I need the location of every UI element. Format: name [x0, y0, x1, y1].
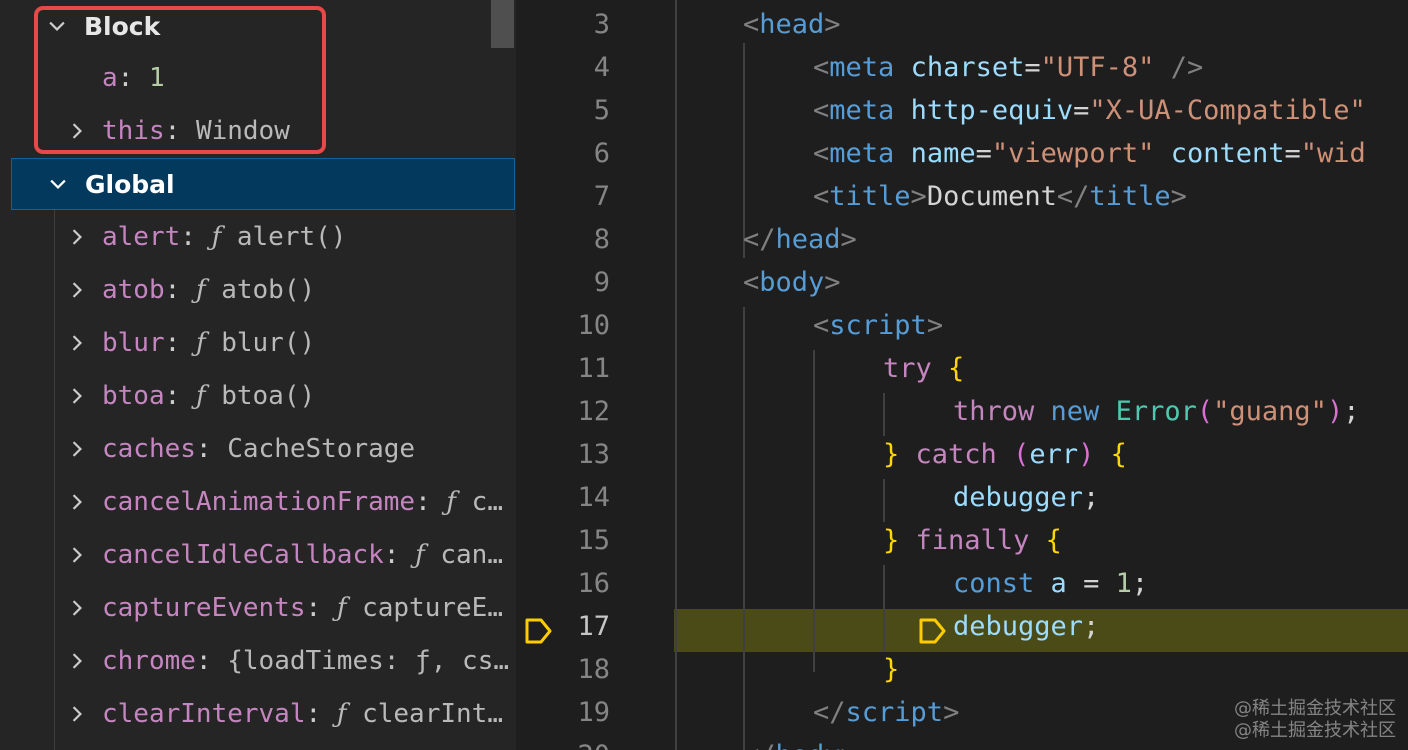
- indent-guide: [675, 0, 677, 750]
- variable-name: atob: [102, 275, 165, 305]
- line-number[interactable]: 20: [516, 734, 610, 750]
- line-number[interactable]: 16: [516, 562, 610, 605]
- global-variable-row[interactable]: caches: CacheStorage: [0, 423, 516, 475]
- block-scope-highlight-box: [34, 6, 326, 154]
- paused-breakpoint-icon[interactable]: [524, 617, 554, 649]
- code-line: const a = 1;: [953, 568, 1149, 599]
- code-line: try {: [883, 353, 965, 384]
- function-glyph: ƒ: [336, 699, 347, 729]
- line-number[interactable]: 12: [516, 390, 610, 433]
- variable-value: btoa(): [221, 381, 316, 411]
- chevron-right-icon[interactable]: [64, 224, 90, 250]
- watermark: @稀土掘金技术社区 @稀土掘金技术社区: [1234, 698, 1396, 741]
- variable-name: btoa: [102, 381, 165, 411]
- global-variable-row[interactable]: chrome: {loadTimes: ƒ, cs…: [0, 635, 516, 687]
- line-number[interactable]: 13: [516, 433, 610, 476]
- variable-name: captureEvents: [102, 593, 306, 623]
- function-glyph: ƒ: [195, 275, 206, 305]
- line-number[interactable]: 9: [516, 261, 610, 304]
- code-line: debugger;: [953, 611, 1100, 642]
- code-line: <meta name="viewport" content="wid: [813, 138, 1366, 169]
- indent-guide: [743, 307, 745, 750]
- global-variable-row[interactable]: cancelAnimationFrame: ƒ c…: [0, 476, 516, 528]
- function-glyph: ƒ: [336, 593, 347, 623]
- function-glyph: ƒ: [211, 222, 222, 252]
- code-line: <title>Document</title>: [813, 181, 1187, 212]
- line-number[interactable]: 7: [516, 175, 610, 218]
- indent-guide: [883, 393, 885, 436]
- global-variable-row[interactable]: blur: ƒ blur(): [0, 317, 516, 369]
- function-glyph: ƒ: [446, 487, 457, 517]
- global-scope-title: Global: [85, 169, 175, 199]
- variable-value: atob(): [221, 275, 316, 305]
- global-variable-row[interactable]: cancelIdleCallback: ƒ can…: [0, 529, 516, 581]
- code-line: </body>: [743, 734, 857, 750]
- global-variable-row[interactable]: clearInterval: ƒ clearInt…: [0, 688, 516, 740]
- global-variable-row[interactable]: atob: ƒ atob(): [0, 264, 516, 316]
- chevron-down-icon[interactable]: [45, 171, 71, 197]
- function-glyph: ƒ: [195, 381, 206, 411]
- code-line: <script>: [813, 310, 944, 341]
- global-variable-row[interactable]: alert: ƒ alert(): [0, 211, 516, 263]
- variable-name: clearInterval: [102, 699, 306, 729]
- chevron-right-icon[interactable]: [64, 436, 90, 462]
- variable-name: chrome: [102, 646, 196, 676]
- function-glyph: ƒ: [415, 540, 425, 570]
- code-line: </head>: [743, 224, 857, 255]
- variable-value: can…: [440, 540, 503, 570]
- variable-name: cancelAnimationFrame: [102, 487, 416, 517]
- inline-execution-pointer-icon: [918, 617, 948, 649]
- variable-name: caches: [102, 434, 196, 464]
- global-scope-header[interactable]: Global: [11, 158, 515, 210]
- line-number[interactable]: 14: [516, 476, 610, 519]
- variable-name: cancelIdleCallback: [102, 540, 384, 570]
- variable-value: CacheStorage: [227, 434, 416, 464]
- function-glyph: ƒ: [195, 328, 206, 358]
- variable-value: alert(): [236, 222, 347, 252]
- variables-panel: Block a: 1 this: Window Global alert: ƒ …: [0, 0, 516, 750]
- line-number[interactable]: 6: [516, 132, 610, 175]
- code-line: } finally {: [883, 525, 1062, 556]
- line-number[interactable]: 11: [516, 347, 610, 390]
- indent-guide: [813, 350, 815, 672]
- line-number[interactable]: 10: [516, 304, 610, 347]
- global-variable-row[interactable]: captureEvents: ƒ captureE…: [0, 582, 516, 634]
- line-number[interactable]: 4: [516, 46, 610, 89]
- code-line: } catch (err) {: [883, 439, 1127, 470]
- code-line: </script>: [813, 697, 960, 728]
- global-variable-row[interactable]: btoa: ƒ btoa(): [0, 370, 516, 422]
- line-number[interactable]: 5: [516, 89, 610, 132]
- variable-value: {loadTimes: ƒ, cs…: [227, 646, 509, 676]
- chevron-right-icon[interactable]: [64, 595, 90, 621]
- code-line: debugger;: [953, 482, 1100, 513]
- chevron-right-icon[interactable]: [64, 277, 90, 303]
- variable-value: clearInt…: [362, 699, 503, 729]
- code-line: }: [883, 654, 900, 685]
- line-number[interactable]: 3: [516, 3, 610, 46]
- variable-value: captureE…: [362, 593, 503, 623]
- chevron-right-icon[interactable]: [64, 330, 90, 356]
- chevron-right-icon[interactable]: [64, 489, 90, 515]
- variable-value: blur(): [221, 328, 316, 358]
- chevron-right-icon[interactable]: [64, 542, 90, 568]
- code-line: throw new Error("guang");: [953, 396, 1360, 427]
- line-number[interactable]: 19: [516, 691, 610, 734]
- code-line: <head>: [743, 9, 841, 40]
- variable-value: c…: [471, 487, 503, 517]
- indent-guide: [883, 479, 885, 522]
- indent-guide: [883, 565, 885, 651]
- code-line: <meta charset="UTF-8" />: [813, 52, 1204, 83]
- code-editor[interactable]: 3 <head> 4 <meta charset="UTF-8" /> 5 <meta h…: [516, 0, 1408, 750]
- chevron-right-icon[interactable]: [64, 383, 90, 409]
- variable-name: alert: [102, 222, 181, 252]
- code-line: <body>: [743, 267, 841, 298]
- code-line: <meta http-equiv="X-UA-Compatible": [813, 95, 1366, 126]
- variable-name: blur: [102, 328, 165, 358]
- line-number[interactable]: 18: [516, 648, 610, 691]
- chevron-right-icon[interactable]: [64, 701, 90, 727]
- line-number[interactable]: 15: [516, 519, 610, 562]
- line-number[interactable]: 8: [516, 218, 610, 261]
- chevron-right-icon[interactable]: [64, 648, 90, 674]
